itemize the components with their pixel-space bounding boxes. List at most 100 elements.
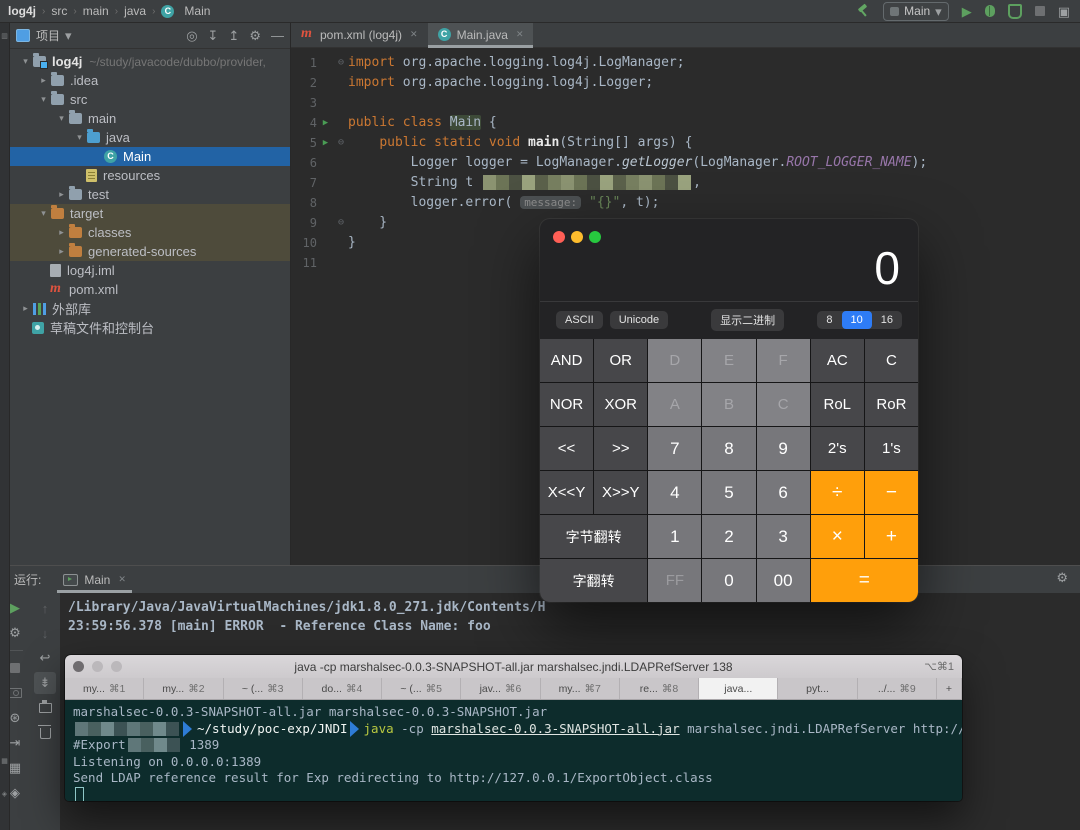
new-tab-button[interactable]: + <box>937 678 962 699</box>
show-binary-button[interactable]: 显示二进制 <box>711 309 784 331</box>
terminal-tab[interactable]: jav...⌘6 <box>461 678 540 699</box>
code-line[interactable]: 2import org.apache.logging.log4j.Logger; <box>291 73 1080 93</box>
breadcrumb-item[interactable]: main <box>83 4 109 18</box>
tree-item--[interactable]: 草稿文件和控制台 <box>10 318 290 337</box>
terminal-tab[interactable]: my...⌘1 <box>65 678 144 699</box>
calc-key--[interactable]: + <box>865 515 918 558</box>
tree-chevron-icon[interactable]: ▸ <box>54 189 69 200</box>
tree-chevron-icon[interactable]: ▸ <box>54 227 69 238</box>
tree-chevron-icon[interactable]: ▾ <box>72 132 87 143</box>
stripe-pin-icon[interactable]: ◈ <box>0 790 9 798</box>
scroll-to-end-button[interactable]: ⇟ <box>34 672 56 694</box>
calc-key-6[interactable]: 6 <box>757 471 810 514</box>
window-minimize-button[interactable] <box>571 231 583 243</box>
run-button[interactable]: ▶ <box>962 5 972 18</box>
calc-key-x-y[interactable]: X<<Y <box>540 471 593 514</box>
code-line[interactable]: 8 logger.error( message: "{}", t); <box>291 193 1080 213</box>
tree-item--[interactable]: ▸外部库 <box>10 299 290 318</box>
expand-all-button[interactable]: ↧ <box>208 29 219 42</box>
calc-key-f[interactable]: F <box>757 339 810 382</box>
terminal-tab[interactable]: ~ (...⌘5 <box>382 678 461 699</box>
calc-key-5[interactable]: 5 <box>702 471 755 514</box>
calc-key-a[interactable]: A <box>648 383 701 426</box>
terminal-tab[interactable]: re...⌘8 <box>620 678 699 699</box>
tree-chevron-icon[interactable]: ▸ <box>36 75 51 86</box>
code-line[interactable]: 5▶⊖ public static void main(String[] arg… <box>291 133 1080 153</box>
breadcrumb-item[interactable]: log4j <box>8 4 36 18</box>
close-icon[interactable]: ✕ <box>118 574 126 585</box>
close-icon[interactable]: ✕ <box>516 29 524 40</box>
code-line[interactable]: 6 Logger logger = LogManager.getLogger(L… <box>291 153 1080 173</box>
code-line[interactable]: 3 <box>291 93 1080 113</box>
base-option-10[interactable]: 10 <box>842 311 872 329</box>
tree-item-resources[interactable]: resources <box>10 166 290 185</box>
calc-key-e[interactable]: E <box>702 339 755 382</box>
soft-wrap-button[interactable]: ↩ <box>34 647 56 669</box>
clear-console-button[interactable] <box>40 728 51 739</box>
stop-button[interactable] <box>1035 6 1045 16</box>
code-line[interactable]: 7 String t , <box>291 173 1080 193</box>
run-settings-gear-icon[interactable]: ⚙ <box>1056 571 1068 584</box>
calc-key-00[interactable]: 00 <box>757 559 810 602</box>
calc-key--[interactable]: − <box>865 471 918 514</box>
tree-item-src[interactable]: ▾src <box>10 90 290 109</box>
terminal-output[interactable]: marshalsec-0.0.3-SNAPSHOT-all.jar marsha… <box>65 700 962 801</box>
stripe-bookmark-icon[interactable]: ▦ <box>0 757 9 765</box>
calc-key--[interactable]: 字节翻转 <box>540 515 647 558</box>
window-close-button[interactable] <box>553 231 565 243</box>
prev-stacktrace-button[interactable]: ↑ <box>34 597 56 619</box>
terminal-tab[interactable]: do...⌘4 <box>303 678 382 699</box>
tree-item-main[interactable]: ▾main <box>10 109 290 128</box>
calc-key-2[interactable]: 2 <box>702 515 755 558</box>
chevron-down-icon[interactable]: ▾ <box>65 29 72 42</box>
mode-button-ascii[interactable]: ASCII <box>556 311 603 329</box>
collapse-all-button[interactable]: ↥ <box>228 29 239 42</box>
calc-key-or[interactable]: OR <box>594 339 647 382</box>
terminal-tab[interactable]: my...⌘7 <box>541 678 620 699</box>
tree-chevron-icon[interactable]: ▾ <box>36 94 51 105</box>
tree-item-test[interactable]: ▸test <box>10 185 290 204</box>
code-line[interactable]: 1⊖import org.apache.logging.log4j.LogMan… <box>291 53 1080 73</box>
calc-key-1[interactable]: 1 <box>648 515 701 558</box>
tree-chevron-icon[interactable]: ▸ <box>54 246 69 257</box>
tree-item-log4j-iml[interactable]: log4j.iml <box>10 261 290 280</box>
base-option-8[interactable]: 8 <box>817 311 841 329</box>
terminal-tab[interactable]: pyt... <box>778 678 857 699</box>
base-option-16[interactable]: 16 <box>872 311 902 329</box>
hide-panel-button[interactable]: — <box>271 29 284 42</box>
window-zoom-button[interactable] <box>589 231 601 243</box>
calc-key-ror[interactable]: RoR <box>865 383 918 426</box>
tree-chevron-icon[interactable]: ▸ <box>18 303 33 314</box>
run-tab-main[interactable]: Main ✕ <box>57 566 132 593</box>
print-button[interactable] <box>39 703 52 713</box>
calc-key-ff[interactable]: FF <box>648 559 701 602</box>
stop-process-button[interactable] <box>10 663 20 673</box>
tree-chevron-icon[interactable]: ▾ <box>18 56 33 67</box>
editor-tab[interactable]: CMain.java✕ <box>428 22 534 47</box>
calc-key-x-y[interactable]: X>>Y <box>594 471 647 514</box>
close-icon[interactable]: ✕ <box>410 29 418 40</box>
editor-tab[interactable]: mpom.xml (log4j)✕ <box>291 22 428 47</box>
tree-item-classes[interactable]: ▸classes <box>10 223 290 242</box>
calc-key-3[interactable]: 3 <box>757 515 810 558</box>
next-stacktrace-button[interactable]: ↓ <box>34 622 56 644</box>
terminal-title-bar[interactable]: java -cp marshalsec-0.0.3-SNAPSHOT-all.j… <box>65 655 962 678</box>
build-hammer-icon[interactable] <box>856 4 870 18</box>
tree-item-pom-xml[interactable]: mpom.xml <box>10 280 290 299</box>
calc-key-d[interactable]: D <box>648 339 701 382</box>
calc-key-0[interactable]: 0 <box>702 559 755 602</box>
calc-key-xor[interactable]: XOR <box>594 383 647 426</box>
terminal-tab[interactable]: ~ (...⌘3 <box>224 678 303 699</box>
settings-gear-icon[interactable]: ⚙ <box>249 29 261 42</box>
calc-key-nor[interactable]: NOR <box>540 383 593 426</box>
calc-key--[interactable]: >> <box>594 427 647 470</box>
calc-key--[interactable]: 字翻转 <box>540 559 647 602</box>
calc-key-b[interactable]: B <box>702 383 755 426</box>
locate-file-button[interactable]: ◎ <box>186 29 197 42</box>
tree-chevron-icon[interactable]: ▾ <box>54 113 69 124</box>
tree-item-main[interactable]: CMain <box>10 147 290 166</box>
terminal-tab[interactable]: ../...⌘9 <box>858 678 937 699</box>
calc-key-9[interactable]: 9 <box>757 427 810 470</box>
tree-item-log4j[interactable]: ▾log4j~/study/javacode/dubbo/provider, <box>10 52 290 71</box>
calc-key-and[interactable]: AND <box>540 339 593 382</box>
